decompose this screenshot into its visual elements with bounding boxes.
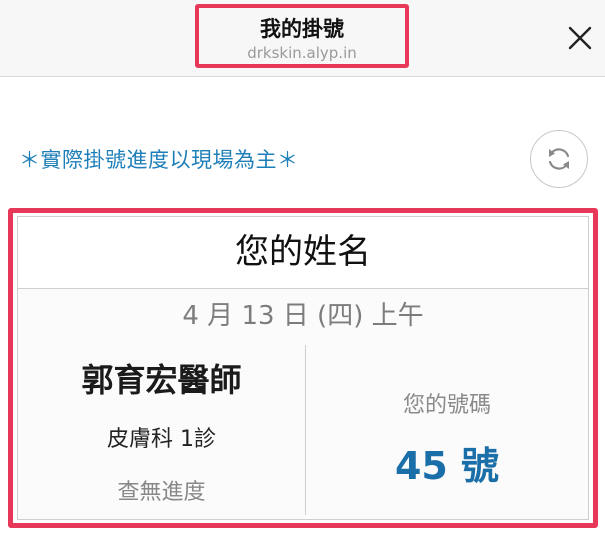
header-bar: 我的掛號 drkskin.alyp.in	[0, 0, 605, 77]
appointment-date: 4 月 13 日 (四) 上午	[182, 301, 424, 331]
doctor-name: 郭育宏醫師	[81, 361, 242, 399]
progress-status: 查無進度	[117, 480, 206, 505]
page-title: 我的掛號	[260, 17, 344, 41]
close-icon	[568, 26, 592, 50]
progress-notice: ＊實際掛號進度以現場為主＊	[19, 148, 299, 172]
page: 我的掛號 drkskin.alyp.in ＊實際掛號進度以現場為主＊ 您的姓名 …	[0, 0, 605, 533]
refresh-button[interactable]	[530, 130, 588, 188]
your-number: 45 號	[394, 444, 500, 488]
refresh-icon	[548, 148, 570, 170]
page-url: drkskin.alyp.in	[247, 44, 357, 62]
appointment-card: 您的姓名 4 月 13 日 (四) 上午 郭育宏醫師 皮膚科 1診 查無進度 您…	[17, 216, 589, 520]
close-button[interactable]	[562, 20, 598, 56]
patient-name: 您的姓名	[18, 217, 588, 289]
title-highlight-box: 我的掛號 drkskin.alyp.in	[195, 4, 409, 68]
your-number-label: 您的號碼	[402, 393, 491, 418]
department-clinic: 皮膚科 1診	[107, 427, 216, 452]
